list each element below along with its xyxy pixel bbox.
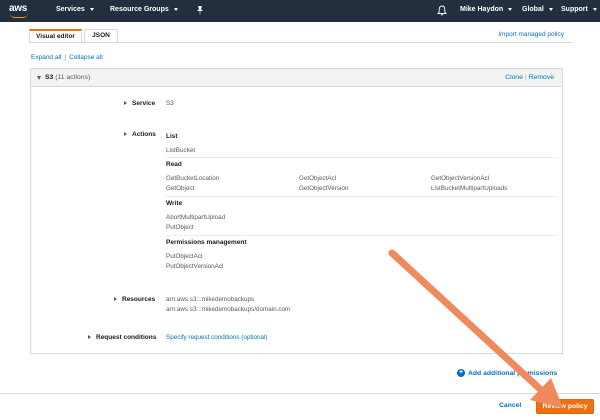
action-item: GetObjectAcl <box>299 175 337 182</box>
action-item: ListBucketMultipartUploads <box>431 185 508 192</box>
group-divider <box>166 157 558 158</box>
services-label: Services <box>56 6 85 13</box>
top-nav-bar: aws Services Resource Groups Mike Haydon… <box>0 0 600 22</box>
service-value: S3 <box>166 100 174 107</box>
group-divider <box>166 196 558 197</box>
action-item: GetObject <box>166 185 195 192</box>
aws-smile-icon <box>10 13 28 18</box>
panel-actions: Clone | Remove <box>505 74 554 81</box>
chevron-down-icon <box>508 7 513 11</box>
permission-panel: S3 (11 actions) Clone | Remove Service S3 … <box>30 68 563 354</box>
bell-icon[interactable] <box>437 5 447 16</box>
caret-right-icon <box>124 132 127 137</box>
resources-row-label[interactable]: Resources <box>114 296 155 303</box>
tab-visual-editor[interactable]: Visual editor <box>29 29 82 43</box>
request-conditions-row-label[interactable]: Request conditions <box>88 334 156 341</box>
actions-row-label[interactable]: Actions <box>124 131 156 138</box>
panel-header[interactable]: S3 (11 actions) Clone | Remove <box>31 69 562 87</box>
action-item: GetObjectVersion <box>299 185 349 192</box>
chevron-down-icon <box>592 7 597 11</box>
expand-collapse-links: Expand all | Collapse all <box>31 54 103 61</box>
collapse-all-link[interactable]: Collapse all <box>69 54 103 61</box>
separator: | <box>64 54 67 61</box>
resources-label: Resources <box>122 296 156 303</box>
group-title-read: Read <box>166 161 182 168</box>
tab-divider <box>29 42 572 43</box>
specify-request-conditions-link[interactable]: Specify request conditions (optional) <box>166 334 268 341</box>
action-item: PutObject <box>166 224 194 231</box>
request-conditions-label: Request conditions <box>96 334 157 341</box>
action-item: GetBucketLocation <box>166 175 220 182</box>
chevron-down-icon <box>173 7 178 11</box>
action-item: GetObjectVersionAcl <box>431 175 490 182</box>
service-label: Service <box>132 100 156 107</box>
clone-link[interactable]: Clone <box>505 74 523 81</box>
tab-json[interactable]: JSON <box>84 29 118 43</box>
import-managed-policy-link[interactable]: Import managed policy <box>498 31 564 38</box>
caret-right-icon <box>88 335 91 340</box>
services-menu[interactable]: Services <box>56 6 94 13</box>
caret-right-icon <box>114 297 117 302</box>
chevron-down-icon <box>89 7 94 11</box>
support-label: Support <box>561 6 588 13</box>
chevron-down-icon <box>548 7 553 11</box>
group-divider <box>166 235 558 236</box>
footer-divider <box>0 393 600 394</box>
group-title-write: Write <box>166 200 183 207</box>
remove-link[interactable]: Remove <box>529 74 554 81</box>
expand-all-link[interactable]: Expand all <box>31 54 61 61</box>
group-title-list: List <box>166 133 178 140</box>
action-item: AbortMultipartUpload <box>166 214 226 221</box>
resource-groups-label: Resource Groups <box>110 6 169 13</box>
resource-arn: arn:aws:s3:::mikedemobackups <box>166 296 255 303</box>
action-item: ListBucket <box>166 147 196 154</box>
aws-logo[interactable]: aws <box>9 3 33 19</box>
resource-groups-menu[interactable]: Resource Groups <box>110 6 178 13</box>
review-policy-button[interactable]: Review policy <box>536 399 594 414</box>
user-menu[interactable]: Mike Haydon <box>460 6 513 13</box>
panel-service-name: S3 <box>45 74 54 81</box>
support-menu[interactable]: Support <box>561 6 597 13</box>
resource-arn: arn:aws:s3:::mikedemobackups/domain.com <box>166 306 291 313</box>
action-item: PutObjectAcl <box>166 253 203 260</box>
service-row-label[interactable]: Service <box>124 100 155 107</box>
caret-right-icon <box>124 101 127 106</box>
separator: | <box>524 74 527 81</box>
panel-title: S3 (11 actions) <box>45 74 90 81</box>
pin-icon[interactable] <box>196 6 204 16</box>
action-item: PutObjectVersionAcl <box>166 263 224 270</box>
panel-action-count: (11 actions) <box>55 74 91 81</box>
actions-label: Actions <box>132 131 156 138</box>
region-menu[interactable]: Global <box>522 6 553 13</box>
add-permissions-label: Add additional permissions <box>468 369 558 377</box>
add-permissions-button[interactable]: + Add additional permissions <box>457 369 557 377</box>
plus-circle-icon: + <box>457 369 465 377</box>
group-title-permissions: Permissions management <box>166 239 247 246</box>
user-name: Mike Haydon <box>460 6 504 13</box>
cancel-button[interactable]: Cancel <box>499 402 521 409</box>
region-label: Global <box>522 6 544 13</box>
caret-down-icon[interactable] <box>37 76 41 80</box>
